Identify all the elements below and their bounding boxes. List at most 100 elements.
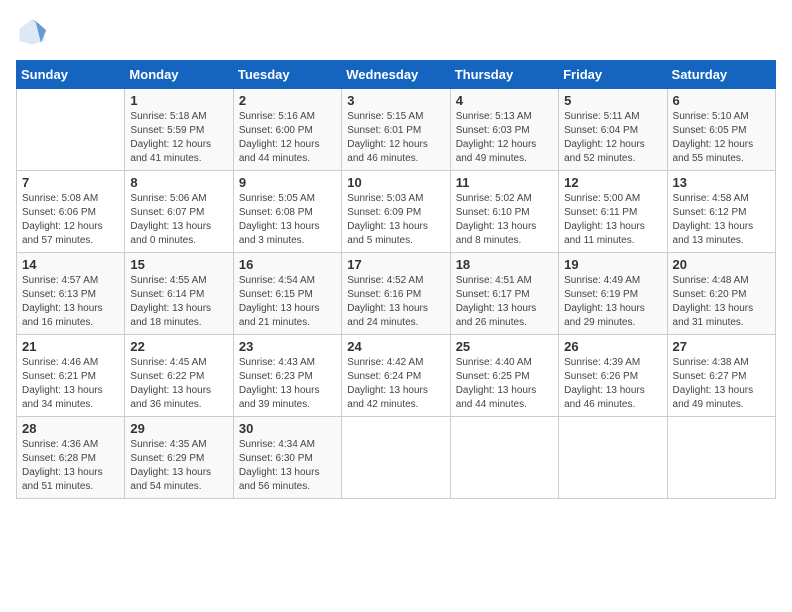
header-day-sunday: Sunday — [17, 61, 125, 89]
day-number: 24 — [347, 339, 444, 354]
calendar-cell: 7 Sunrise: 5:08 AMSunset: 6:06 PMDaylight… — [17, 171, 125, 253]
day-number: 19 — [564, 257, 661, 272]
day-info: Sunrise: 5:02 AMSunset: 6:10 PMDaylight:… — [456, 192, 553, 248]
calendar-cell — [559, 417, 667, 499]
calendar-body: 1 Sunrise: 5:18 AMSunset: 5:59 PMDaylight… — [17, 89, 776, 499]
calendar-header: SundayMondayTuesdayWednesdayThursdayFrid… — [17, 61, 776, 89]
calendar-cell: 11 Sunrise: 5:02 AMSunset: 6:10 PMDayligh… — [450, 171, 558, 253]
logo-icon — [16, 16, 48, 48]
calendar-cell: 22 Sunrise: 4:45 AMSunset: 6:22 PMDayligh… — [125, 335, 233, 417]
week-row-2: 7 Sunrise: 5:08 AMSunset: 6:06 PMDaylight… — [17, 171, 776, 253]
day-number: 27 — [673, 339, 770, 354]
calendar-cell: 25 Sunrise: 4:40 AMSunset: 6:25 PMDayligh… — [450, 335, 558, 417]
calendar-cell: 26Sunrise: 4:39 AMSunset: 6:26 PMDayligh… — [559, 335, 667, 417]
day-info: Sunrise: 5:00 AMSunset: 6:11 PMDaylight:… — [564, 192, 661, 248]
calendar-table: SundayMondayTuesdayWednesdayThursdayFrid… — [16, 60, 776, 499]
day-number: 2 — [239, 93, 336, 108]
day-number: 1 — [130, 93, 227, 108]
day-number: 5 — [564, 93, 661, 108]
week-row-3: 14 Sunrise: 4:57 AMSunset: 6:13 PMDayligh… — [17, 253, 776, 335]
calendar-cell: 3Sunrise: 5:15 AMSunset: 6:01 PMDaylight… — [342, 89, 450, 171]
day-number: 22 — [130, 339, 227, 354]
calendar-cell: 16Sunrise: 4:54 AMSunset: 6:15 PMDayligh… — [233, 253, 341, 335]
calendar-cell: 17 Sunrise: 4:52 AMSunset: 6:16 PMDayligh… — [342, 253, 450, 335]
day-number: 7 — [22, 175, 119, 190]
day-info: Sunrise: 5:05 AMSunset: 6:08 PMDaylight:… — [239, 192, 336, 248]
day-number: 11 — [456, 175, 553, 190]
header-day-friday: Friday — [559, 61, 667, 89]
day-info: Sunrise: 4:42 AMSunset: 6:24 PMDaylight:… — [347, 356, 444, 412]
day-info: Sunrise: 4:49 AMSunset: 6:19 PMDaylight:… — [564, 274, 661, 330]
calendar-cell: 10 Sunrise: 5:03 AMSunset: 6:09 PMDayligh… — [342, 171, 450, 253]
day-number: 17 — [347, 257, 444, 272]
week-row-1: 1 Sunrise: 5:18 AMSunset: 5:59 PMDaylight… — [17, 89, 776, 171]
calendar-cell: 20Sunrise: 4:48 AMSunset: 6:20 PMDayligh… — [667, 253, 775, 335]
calendar-cell: 24 Sunrise: 4:42 AMSunset: 6:24 PMDayligh… — [342, 335, 450, 417]
day-info: Sunrise: 4:40 AMSunset: 6:25 PMDaylight:… — [456, 356, 553, 412]
calendar-cell: 9 Sunrise: 5:05 AMSunset: 6:08 PMDaylight… — [233, 171, 341, 253]
day-number: 16 — [239, 257, 336, 272]
day-info: Sunrise: 4:39 AMSunset: 6:26 PMDaylight:… — [564, 356, 661, 412]
header-row: SundayMondayTuesdayWednesdayThursdayFrid… — [17, 61, 776, 89]
day-info: Sunrise: 5:10 AMSunset: 6:05 PMDaylight:… — [673, 110, 770, 166]
day-info: Sunrise: 4:57 AMSunset: 6:13 PMDaylight:… — [22, 274, 119, 330]
day-number: 29 — [130, 421, 227, 436]
calendar-cell: 18Sunrise: 4:51 AMSunset: 6:17 PMDayligh… — [450, 253, 558, 335]
calendar-cell: 5 Sunrise: 5:11 AMSunset: 6:04 PMDaylight… — [559, 89, 667, 171]
header-day-thursday: Thursday — [450, 61, 558, 89]
day-number: 23 — [239, 339, 336, 354]
day-info: Sunrise: 4:55 AMSunset: 6:14 PMDaylight:… — [130, 274, 227, 330]
day-number: 28 — [22, 421, 119, 436]
day-info: Sunrise: 5:03 AMSunset: 6:09 PMDaylight:… — [347, 192, 444, 248]
day-info: Sunrise: 4:38 AMSunset: 6:27 PMDaylight:… — [673, 356, 770, 412]
calendar-cell — [450, 417, 558, 499]
header-day-wednesday: Wednesday — [342, 61, 450, 89]
header-day-saturday: Saturday — [667, 61, 775, 89]
day-number: 20 — [673, 257, 770, 272]
day-number: 12 — [564, 175, 661, 190]
day-number: 4 — [456, 93, 553, 108]
day-info: Sunrise: 4:58 AMSunset: 6:12 PMDaylight:… — [673, 192, 770, 248]
calendar-cell: 27 Sunrise: 4:38 AMSunset: 6:27 PMDayligh… — [667, 335, 775, 417]
day-number: 8 — [130, 175, 227, 190]
calendar-cell: 8 Sunrise: 5:06 AMSunset: 6:07 PMDaylight… — [125, 171, 233, 253]
day-info: Sunrise: 4:34 AMSunset: 6:30 PMDaylight:… — [239, 438, 336, 494]
day-number: 25 — [456, 339, 553, 354]
week-row-5: 28 Sunrise: 4:36 AMSunset: 6:28 PMDayligh… — [17, 417, 776, 499]
calendar-cell — [342, 417, 450, 499]
day-info: Sunrise: 4:46 AMSunset: 6:21 PMDaylight:… — [22, 356, 119, 412]
calendar-cell: 14 Sunrise: 4:57 AMSunset: 6:13 PMDayligh… — [17, 253, 125, 335]
day-info: Sunrise: 4:52 AMSunset: 6:16 PMDaylight:… — [347, 274, 444, 330]
calendar-cell: 30 Sunrise: 4:34 AMSunset: 6:30 PMDayligh… — [233, 417, 341, 499]
calendar-cell: 15 Sunrise: 4:55 AMSunset: 6:14 PMDayligh… — [125, 253, 233, 335]
logo — [16, 16, 52, 48]
day-info: Sunrise: 5:08 AMSunset: 6:06 PMDaylight:… — [22, 192, 119, 248]
calendar-cell: 12 Sunrise: 5:00 AMSunset: 6:11 PMDayligh… — [559, 171, 667, 253]
day-number: 14 — [22, 257, 119, 272]
day-number: 13 — [673, 175, 770, 190]
calendar-cell: 13 Sunrise: 4:58 AMSunset: 6:12 PMDayligh… — [667, 171, 775, 253]
day-number: 10 — [347, 175, 444, 190]
calendar-cell: 29Sunrise: 4:35 AMSunset: 6:29 PMDayligh… — [125, 417, 233, 499]
calendar-cell: 19 Sunrise: 4:49 AMSunset: 6:19 PMDayligh… — [559, 253, 667, 335]
calendar-cell: 21 Sunrise: 4:46 AMSunset: 6:21 PMDayligh… — [17, 335, 125, 417]
page-header — [16, 16, 776, 48]
day-info: Sunrise: 5:18 AMSunset: 5:59 PMDaylight:… — [130, 110, 227, 166]
week-row-4: 21 Sunrise: 4:46 AMSunset: 6:21 PMDayligh… — [17, 335, 776, 417]
day-info: Sunrise: 4:45 AMSunset: 6:22 PMDaylight:… — [130, 356, 227, 412]
header-day-tuesday: Tuesday — [233, 61, 341, 89]
day-number: 6 — [673, 93, 770, 108]
calendar-cell: 6 Sunrise: 5:10 AMSunset: 6:05 PMDaylight… — [667, 89, 775, 171]
calendar-cell: 4Sunrise: 5:13 AMSunset: 6:03 PMDaylight… — [450, 89, 558, 171]
day-number: 21 — [22, 339, 119, 354]
day-info: Sunrise: 5:06 AMSunset: 6:07 PMDaylight:… — [130, 192, 227, 248]
day-info: Sunrise: 4:36 AMSunset: 6:28 PMDaylight:… — [22, 438, 119, 494]
day-number: 15 — [130, 257, 227, 272]
day-info: Sunrise: 5:11 AMSunset: 6:04 PMDaylight:… — [564, 110, 661, 166]
day-number: 30 — [239, 421, 336, 436]
day-info: Sunrise: 4:43 AMSunset: 6:23 PMDaylight:… — [239, 356, 336, 412]
calendar-cell — [667, 417, 775, 499]
calendar-cell: 23 Sunrise: 4:43 AMSunset: 6:23 PMDayligh… — [233, 335, 341, 417]
day-number: 9 — [239, 175, 336, 190]
day-info: Sunrise: 4:51 AMSunset: 6:17 PMDaylight:… — [456, 274, 553, 330]
